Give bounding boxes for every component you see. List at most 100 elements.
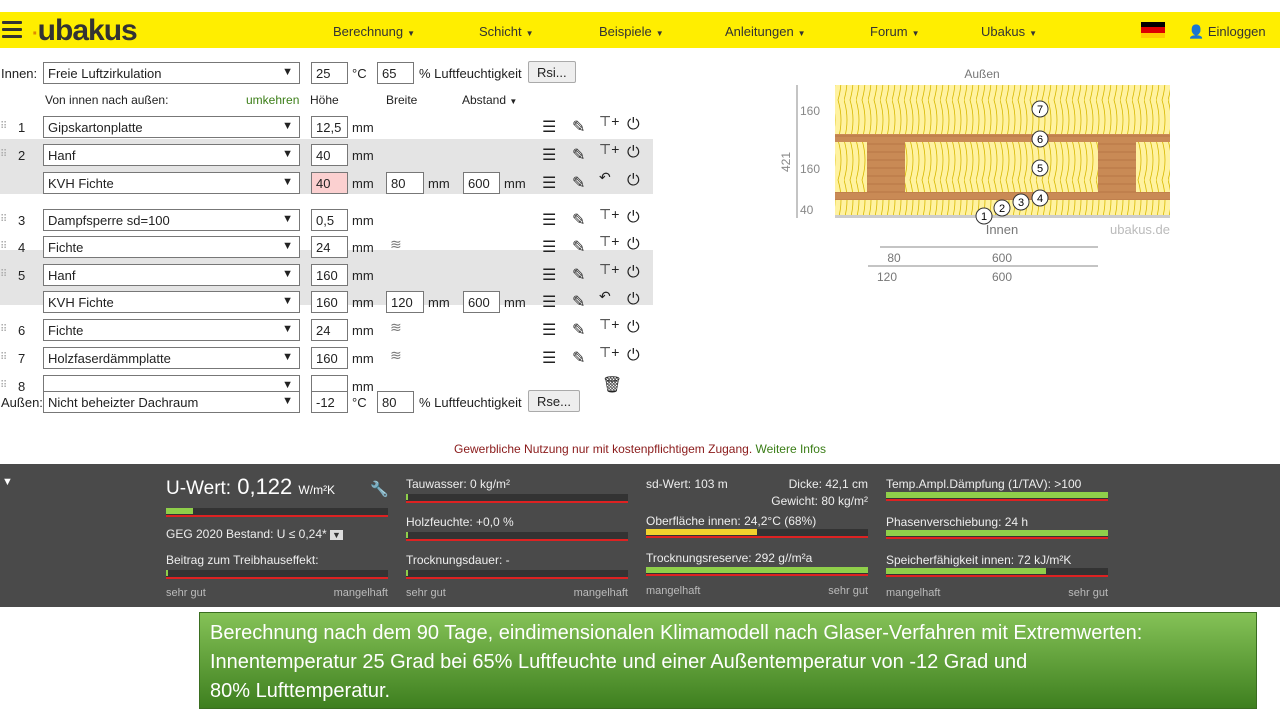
reorder-icon[interactable]: ☰ (542, 237, 556, 257)
trash-icon[interactable]: 🗑 (602, 375, 622, 395)
material-select[interactable]: Dampfsperre sd=100 ▼ (43, 209, 300, 231)
edit-icon[interactable]: ✎ (572, 348, 585, 368)
height-input[interactable]: 160 (311, 347, 348, 369)
dim-label: 600 (992, 251, 1012, 265)
nav-anleitungen[interactable]: Anleitungen ▼ (725, 24, 806, 39)
outside-temp-input[interactable]: -12 (311, 391, 348, 413)
edit-icon[interactable]: ✎ (572, 210, 585, 230)
collapse-triangle-icon[interactable]: ▼ (2, 476, 13, 488)
reverse-link[interactable]: umkehren (246, 93, 299, 107)
distance-input[interactable]: 600 (463, 172, 500, 194)
nav-ubakus[interactable]: Ubakus ▼ (981, 24, 1037, 39)
material-select[interactable]: KVH Fichte ▼ (43, 172, 300, 194)
material-select[interactable]: Fichte ▼ (43, 319, 300, 341)
dicke-label: Dicke: 42,1 cm (788, 477, 868, 491)
add-layer-icon[interactable]: ⊤+ (599, 261, 619, 278)
edit-icon[interactable]: ✎ (572, 173, 585, 193)
height-input[interactable]: 160 (311, 291, 348, 313)
add-layer-icon[interactable]: ⊤+ (599, 344, 619, 361)
drag-handle-icon[interactable]: ⠿ (0, 121, 7, 132)
height-input[interactable]: 160 (311, 264, 348, 286)
height-input[interactable]: 24 (311, 319, 348, 341)
reorder-icon[interactable]: ☰ (542, 173, 556, 193)
drag-handle-icon[interactable]: ⠿ (0, 269, 7, 280)
reorder-icon[interactable]: ☰ (542, 117, 556, 137)
drag-handle-icon[interactable]: ⠿ (0, 380, 7, 391)
undo-icon[interactable]: ↶ (599, 288, 611, 305)
more-info-link[interactable]: Weitere Infos (756, 442, 826, 456)
german-flag-icon[interactable] (1141, 22, 1165, 38)
material-select[interactable]: Fichte ▼ (43, 236, 300, 258)
material-select[interactable]: KVH Fichte ▼ (43, 291, 300, 313)
nav-label: Berechnung (333, 24, 404, 39)
reorder-icon[interactable]: ☰ (542, 210, 556, 230)
rsi-button[interactable]: Rsi... (528, 61, 576, 83)
wood-grain-icon[interactable]: ≋ (390, 236, 402, 253)
logo[interactable]: ·ubakus (32, 14, 138, 48)
edit-icon[interactable]: ✎ (572, 292, 585, 312)
add-layer-icon[interactable]: ⊤+ (599, 141, 619, 158)
undo-icon[interactable]: ↶ (599, 169, 611, 186)
width-input[interactable]: 80 (386, 172, 424, 194)
power-icon[interactable]: ⏻ (627, 264, 640, 282)
edit-icon[interactable]: ✎ (572, 117, 585, 137)
inside-humidity-input[interactable]: 65 (377, 62, 414, 84)
material-select[interactable]: Hanf ▼ (43, 144, 300, 166)
menu-icon[interactable] (2, 21, 22, 39)
reorder-icon[interactable]: ☰ (542, 265, 556, 285)
edit-icon[interactable]: ✎ (572, 265, 585, 285)
edit-icon[interactable]: ✎ (572, 145, 585, 165)
power-icon[interactable]: ⏻ (627, 116, 640, 134)
edit-icon[interactable]: ✎ (572, 320, 585, 340)
reorder-icon[interactable]: ☰ (542, 348, 556, 368)
nav-beispiele[interactable]: Beispiele ▼ (599, 24, 664, 39)
nav-schicht[interactable]: Schicht ▼ (479, 24, 534, 39)
distance-input[interactable]: 600 (463, 291, 500, 313)
material-select[interactable]: Hanf ▼ (43, 264, 300, 286)
outside-humidity-input[interactable]: 80 (377, 391, 414, 413)
power-icon[interactable]: ⏻ (627, 291, 640, 309)
dropdown-arrow-icon: ▼ (282, 268, 293, 280)
power-icon[interactable]: ⏻ (627, 236, 640, 254)
nav-forum[interactable]: Forum ▼ (870, 24, 919, 39)
drag-handle-icon[interactable]: ⠿ (0, 324, 7, 335)
distance-header[interactable]: Abstand ▼ (462, 93, 517, 107)
power-icon[interactable]: ⏻ (627, 347, 640, 365)
inside-condition-select[interactable]: Freie Luftzirkulation ▼ (43, 62, 300, 84)
add-layer-icon[interactable]: ⊤+ (599, 233, 619, 250)
inside-temp-input[interactable]: 25 (311, 62, 348, 84)
login-link[interactable]: 👤 Einloggen (1188, 24, 1266, 40)
wrench-icon[interactable]: 🔧 (370, 480, 389, 498)
height-input[interactable]: 24 (311, 236, 348, 258)
power-icon[interactable]: ⏻ (627, 172, 640, 190)
rse-button[interactable]: Rse... (528, 390, 580, 412)
drag-handle-icon[interactable]: ⠿ (0, 214, 7, 225)
wood-grain-icon[interactable]: ≋ (390, 347, 402, 364)
power-icon[interactable]: ⏻ (627, 144, 640, 162)
drag-handle-icon[interactable]: ⠿ (0, 241, 7, 252)
geg-select[interactable]: GEG 2020 Bestand: U ≤ 0,24* ▼ (166, 527, 343, 541)
power-icon[interactable]: ⏻ (627, 319, 640, 337)
height-input[interactable]: 40 (311, 144, 348, 166)
power-icon[interactable]: ⏻ (627, 209, 640, 227)
nav-berechnung[interactable]: Berechnung ▼ (333, 24, 415, 39)
callout-line: Innentemperatur 25 Grad bei 65% Luftfeuc… (210, 651, 1028, 673)
drag-handle-icon[interactable]: ⠿ (0, 149, 7, 160)
drag-handle-icon[interactable]: ⠿ (0, 352, 7, 363)
outside-condition-select[interactable]: Nicht beheizter Dachraum ▼ (43, 391, 300, 413)
add-layer-icon[interactable]: ⊤+ (599, 113, 619, 130)
material-select[interactable]: Gipskartonplatte ▼ (43, 116, 300, 138)
material-select[interactable]: Holzfaserdämmplatte ▼ (43, 347, 300, 369)
reorder-icon[interactable]: ☰ (542, 292, 556, 312)
width-input[interactable]: 120 (386, 291, 424, 313)
wood-grain-icon[interactable]: ≋ (390, 319, 402, 336)
unit-label: mm (352, 323, 374, 338)
height-input[interactable]: 12,5 (311, 116, 348, 138)
reorder-icon[interactable]: ☰ (542, 145, 556, 165)
add-layer-icon[interactable]: ⊤+ (599, 316, 619, 333)
edit-icon[interactable]: ✎ (572, 237, 585, 257)
reorder-icon[interactable]: ☰ (542, 320, 556, 340)
height-input[interactable]: 40 (311, 172, 348, 194)
height-input[interactable]: 0,5 (311, 209, 348, 231)
add-layer-icon[interactable]: ⊤+ (599, 206, 619, 223)
